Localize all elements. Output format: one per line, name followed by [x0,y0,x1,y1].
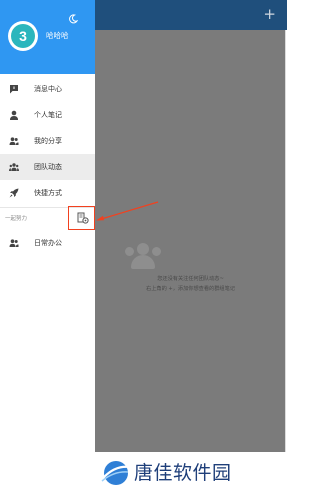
rocket-icon [9,188,19,198]
empty-team-icon [123,243,163,269]
drawer-header: 3 哈哈哈 [0,0,95,74]
office-users-icon [9,239,19,247]
menu-item-message-center[interactable]: 消息中心 [0,76,95,102]
menu-item-label: 日常办公 [34,239,62,247]
navigation-drawer: 3 哈哈哈 消息中心 个人笔记 我的分享 团队动态 快捷方式 一起努力 日常办公 [0,0,95,499]
menu-item-label: 快捷方式 [34,189,62,197]
avatar-initial: 3 [11,24,35,48]
empty-message-line1: 您还没有关注任何团队动态~ [157,276,224,282]
footer-watermark: 唐佳软件园 [0,452,286,499]
menu-item-shortcuts[interactable]: 快捷方式 [0,180,95,206]
empty-message-line2: 右上角的 +，添加你想查看的群组笔记 [146,286,235,292]
menu-item-label: 个人笔记 [34,111,62,119]
person-icon [10,110,18,120]
brand-logo-icon [101,461,131,485]
annotation-arrow-icon [96,201,159,221]
add-button[interactable]: + [263,5,276,23]
menu-item-label: 团队动态 [34,163,62,171]
menu-item-label: 我的分享 [34,137,62,145]
message-icon [10,85,18,94]
avatar[interactable]: 3 [8,21,38,51]
section-label: 一起努力 [5,216,28,222]
menu-item-personal-notes[interactable]: 个人笔记 [0,102,95,128]
menu-item-daily-office[interactable]: 日常办公 [0,230,95,256]
menu-item-my-shares[interactable]: 我的分享 [0,128,95,154]
username[interactable]: 哈哈哈 [46,31,69,41]
group-settings-gear-icon [77,212,89,224]
brand-name: 唐佳软件园 [134,462,232,484]
team-icon [9,163,19,171]
share-users-icon [9,137,19,145]
menu-item-label: 消息中心 [34,85,62,93]
night-mode-moon-icon[interactable] [68,14,78,24]
menu-item-team-updates[interactable]: 团队动态 [0,154,95,180]
